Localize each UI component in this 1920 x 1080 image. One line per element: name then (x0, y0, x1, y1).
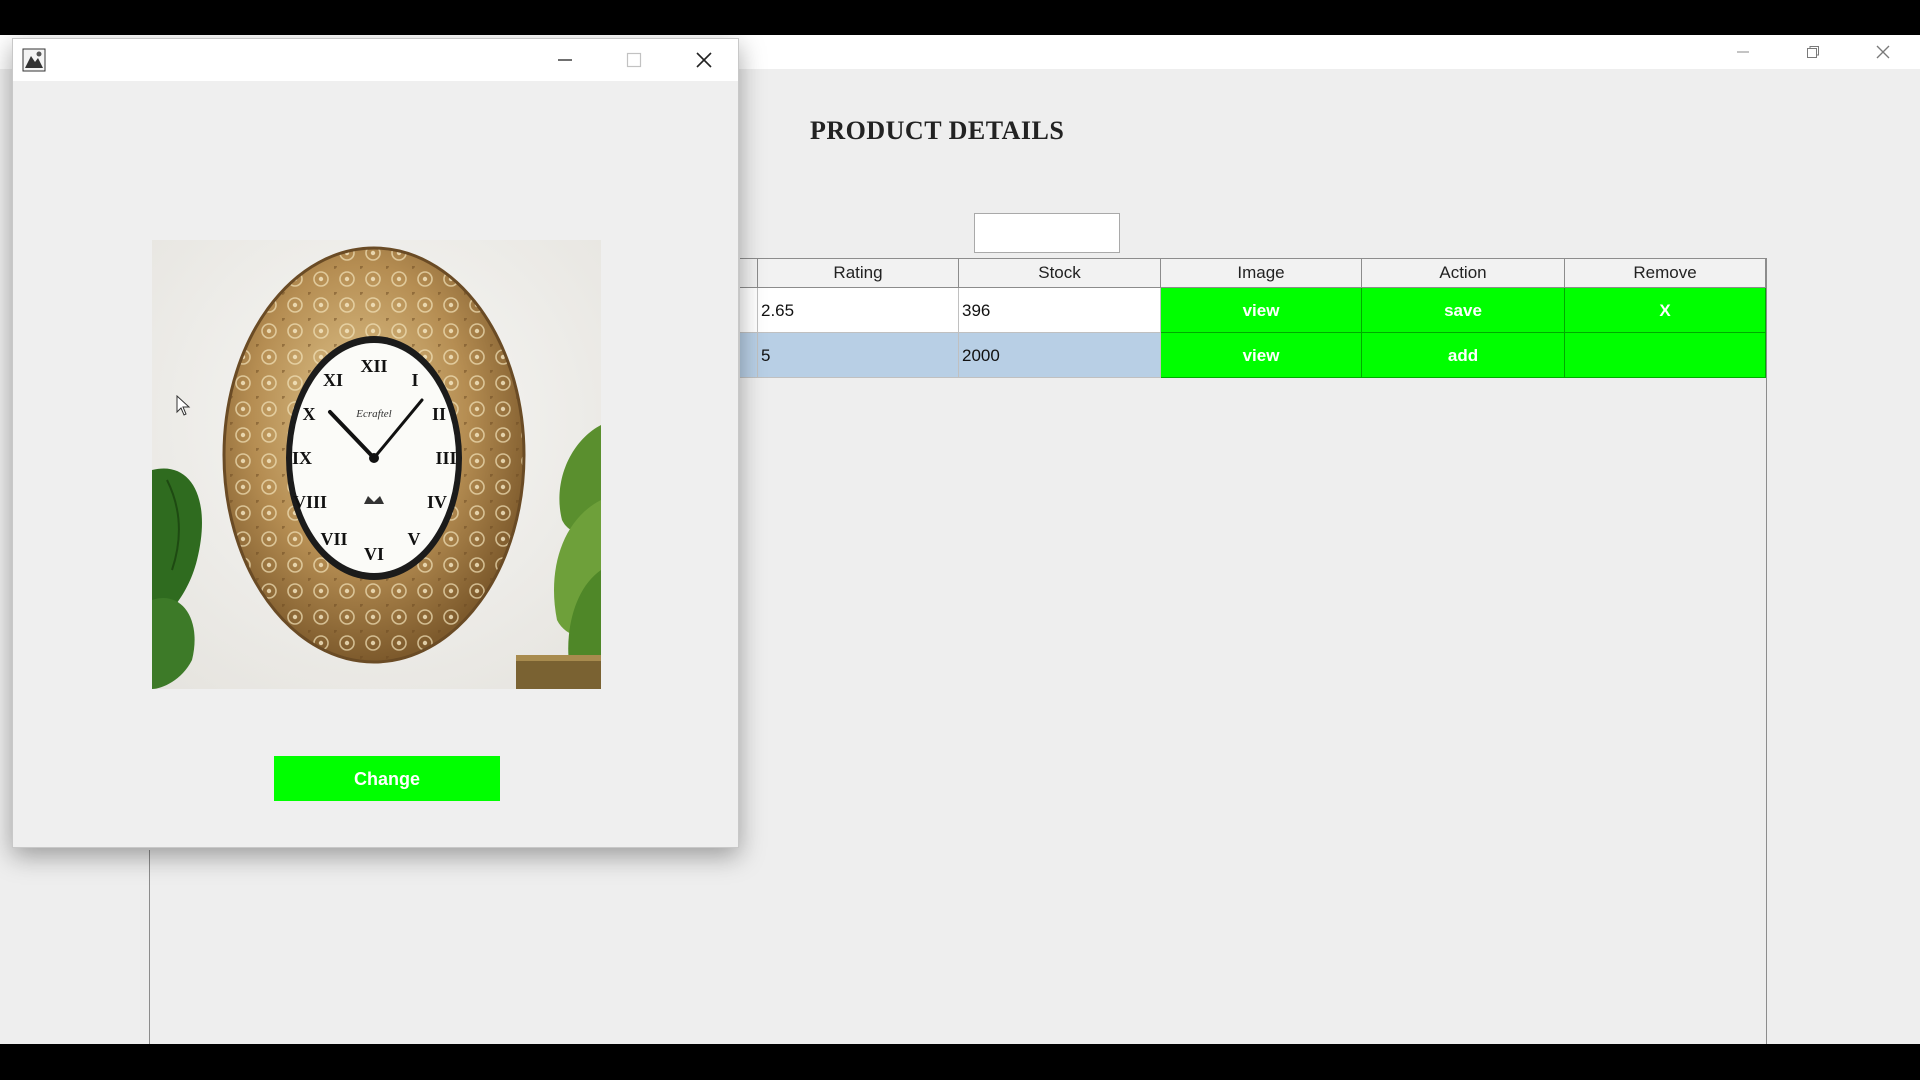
stock-cell[interactable]: 2000 (959, 333, 1161, 378)
column-header-action[interactable]: Action (1362, 259, 1565, 287)
rating-cell[interactable]: 2.65 (758, 288, 959, 333)
minimize-icon[interactable] (1713, 35, 1773, 69)
view-image-button[interactable]: view (1161, 288, 1362, 333)
row-cell-hidden (740, 288, 758, 333)
table-row[interactable]: 2.65 396 view save X (740, 288, 1766, 333)
column-header-stock[interactable]: Stock (959, 259, 1161, 287)
view-image-button[interactable]: view (1161, 333, 1362, 378)
panel-border (149, 850, 150, 1044)
svg-text:VI: VI (364, 544, 384, 564)
stock-cell[interactable]: 396 (959, 288, 1161, 333)
close-icon[interactable] (1853, 35, 1913, 69)
change-image-button[interactable]: Change (274, 756, 500, 801)
page-title: PRODUCT DETAILS (810, 116, 1065, 145)
maximize-icon[interactable] (599, 39, 669, 81)
svg-text:IV: IV (427, 492, 447, 512)
svg-text:V: V (408, 529, 421, 549)
svg-text:X: X (303, 404, 316, 424)
svg-text:IX: IX (292, 448, 312, 468)
save-button[interactable]: save (1362, 288, 1565, 333)
column-header-rating[interactable]: Rating (758, 259, 959, 287)
row-cell-hidden (740, 333, 758, 378)
image-dialog: XII I II III IV V VI VII VIII IX X XI Ec… (12, 38, 739, 848)
svg-text:VIII: VIII (293, 492, 327, 512)
svg-text:VII: VII (320, 529, 347, 549)
table-border (1766, 258, 1767, 1044)
svg-text:II: II (432, 404, 446, 424)
dialog-titlebar[interactable] (13, 39, 738, 81)
rating-cell[interactable]: 5 (758, 333, 959, 378)
wall-clock-product-image: XII I II III IV V VI VII VIII IX X XI Ec… (152, 240, 601, 689)
add-button[interactable]: add (1362, 333, 1565, 378)
app-icon (22, 48, 46, 72)
mouse-cursor-icon (176, 394, 192, 422)
svg-text:XII: XII (360, 356, 387, 376)
remove-button[interactable]: X (1565, 288, 1766, 333)
search-input[interactable] (974, 213, 1120, 253)
column-header-hidden (740, 259, 758, 287)
svg-text:Ecraftel: Ecraftel (355, 408, 391, 420)
close-icon[interactable] (669, 39, 739, 81)
svg-text:XI: XI (323, 370, 343, 390)
svg-text:III: III (435, 448, 456, 468)
column-header-remove[interactable]: Remove (1565, 259, 1766, 287)
restore-icon[interactable] (1783, 35, 1843, 69)
svg-text:I: I (411, 370, 418, 390)
column-header-image[interactable]: Image (1161, 259, 1362, 287)
table-header: Rating Stock Image Action Remove (740, 258, 1766, 288)
remove-button[interactable] (1565, 333, 1766, 378)
minimize-icon[interactable] (530, 39, 600, 81)
table-row[interactable]: 5 2000 view add (740, 333, 1766, 378)
